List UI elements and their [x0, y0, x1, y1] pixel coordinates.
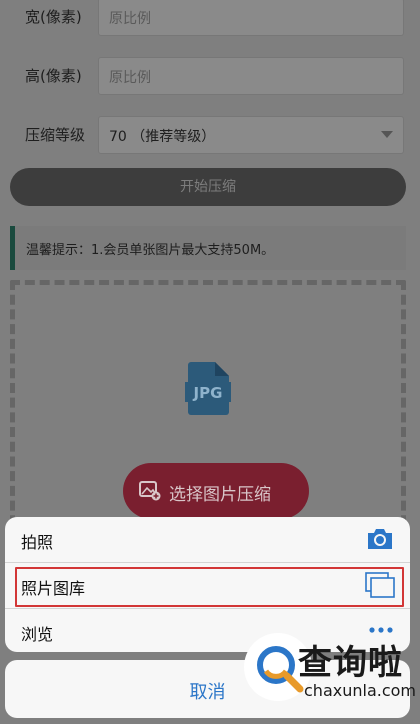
- image-add-icon: [139, 481, 161, 501]
- jpg-file-icon: JPG: [185, 362, 231, 415]
- tip-box: 温馨提示：1.会员单张图片最大支持50M。: [10, 226, 406, 270]
- action-take-photo[interactable]: 拍照: [5, 517, 410, 562]
- compression-value: 70 （推荐等级）: [109, 129, 216, 145]
- action-take-photo-label: 拍照: [21, 533, 54, 552]
- watermark-domain: chaxunla.com: [304, 681, 416, 700]
- width-label: 宽(像素): [25, 8, 82, 26]
- height-label: 高(像素): [25, 67, 82, 85]
- width-input[interactable]: 原比例: [98, 0, 404, 36]
- choose-image-label: 选择图片压缩: [169, 485, 271, 505]
- file-type-text: JPG: [193, 384, 223, 402]
- compression-row: 压缩等级 70 （推荐等级）: [0, 112, 420, 158]
- height-input[interactable]: 原比例: [98, 57, 404, 95]
- choose-image-button[interactable]: 选择图片压缩: [123, 463, 309, 519]
- compression-select[interactable]: 70 （推荐等级）: [98, 116, 404, 154]
- tip-text: 温馨提示：1.会员单张图片最大支持50M。: [26, 243, 275, 258]
- compression-label: 压缩等级: [25, 126, 86, 144]
- watermark-name: 查询啦: [298, 643, 403, 683]
- watermark-logo: 查询啦 chaxunla.com: [244, 633, 420, 724]
- highlight-box: [15, 567, 404, 607]
- chevron-down-icon: [381, 131, 393, 138]
- width-row: 宽(像素) 原比例: [0, 0, 420, 40]
- camera-icon: [368, 529, 392, 549]
- start-compress-button[interactable]: 开始压缩: [10, 168, 406, 206]
- action-sheet: 拍照 照片图库 浏览: [5, 517, 410, 652]
- action-browse-label: 浏览: [21, 625, 54, 644]
- height-row: 高(像素) 原比例: [0, 53, 420, 99]
